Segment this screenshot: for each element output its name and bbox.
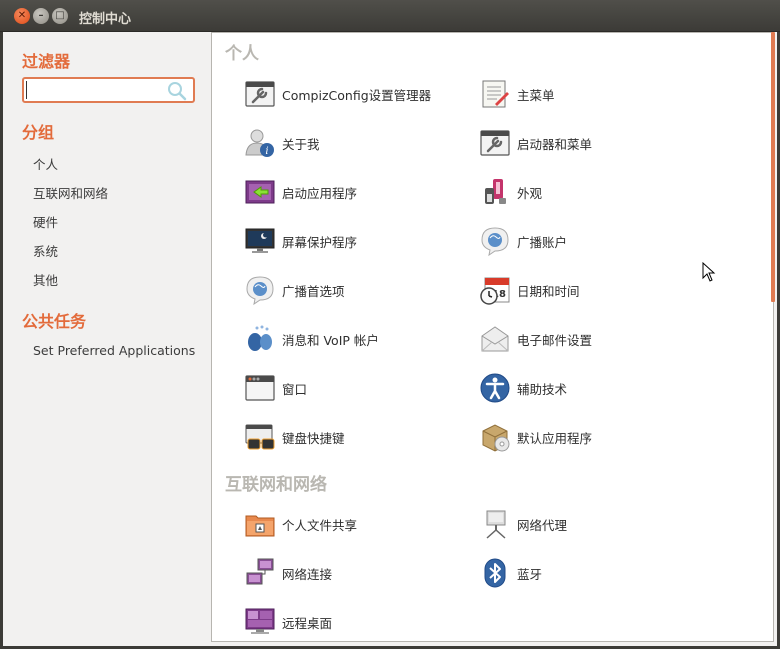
file-sharing-icon	[245, 515, 275, 537]
item-messaging-voip[interactable]: 消息和 VoIP 帐户	[244, 322, 379, 356]
item-personal-file-sharing[interactable]: 个人文件共享	[244, 507, 357, 541]
close-button[interactable]: ✕	[14, 8, 30, 24]
wrench-settings-icon	[245, 81, 275, 107]
item-label: 屏幕保护程序	[282, 234, 358, 250]
item-label: 关于我	[282, 136, 320, 152]
item-main-menu[interactable]: 主菜单	[479, 77, 555, 111]
tasks-heading: 公共任务	[22, 312, 87, 331]
accessibility-icon	[480, 373, 510, 403]
item-label: 广播首选项	[282, 283, 345, 299]
remote-desktop-icon	[245, 608, 275, 634]
item-remote-desktop[interactable]: 远程桌面	[244, 605, 332, 639]
screensaver-icon	[245, 228, 275, 253]
item-label: CompizConfig设置管理器	[282, 87, 432, 103]
item-label: 窗口	[282, 381, 308, 397]
item-network-connections[interactable]: 网络连接	[244, 556, 332, 590]
control-center-window: 过滤器 分组 个人 互联网和网络 硬件 系统 其他 公共任务 Set Prefe…	[3, 32, 777, 646]
group-system[interactable]: 系统	[33, 241, 58, 260]
item-label: 外观	[517, 185, 543, 201]
task-set-preferred-applications[interactable]: Set Preferred Applications	[33, 343, 195, 358]
broadcast-preferences-icon	[246, 276, 274, 306]
item-about-me[interactable]: i 关于我	[244, 126, 320, 160]
network-connections-icon	[246, 558, 274, 585]
startup-apps-icon	[245, 180, 275, 204]
email-icon	[481, 326, 509, 352]
keyboard-shortcuts-icon	[245, 424, 275, 450]
item-launcher-menu[interactable]: 启动器和菜单	[479, 126, 592, 160]
search-box[interactable]	[22, 77, 195, 103]
groups-heading: 分组	[22, 123, 55, 142]
bluetooth-icon	[484, 558, 506, 588]
item-label: 消息和 VoIP 帐户	[282, 332, 379, 348]
item-label: 主菜单	[517, 87, 555, 103]
item-label: 辅助技术	[517, 381, 568, 397]
title-bar: ✕ – □ 控制中心	[0, 0, 780, 32]
item-label: 启动器和菜单	[517, 136, 593, 152]
sidebar: 过滤器 分组 个人 互联网和网络 硬件 系统 其他 公共任务 Set Prefe…	[3, 32, 211, 646]
network-proxy-icon	[486, 510, 506, 539]
search-icon[interactable]	[166, 81, 188, 101]
item-label: 日期和时间	[517, 283, 580, 299]
item-screensaver[interactable]: 屏幕保护程序	[244, 224, 357, 258]
item-accessibility[interactable]: 辅助技术	[479, 371, 567, 405]
svg-text:i: i	[265, 146, 268, 157]
item-label: 键盘快捷键	[282, 430, 345, 446]
item-label: 个人文件共享	[282, 517, 358, 533]
category-heading-personal: 个人	[225, 44, 259, 64]
calendar-clock-icon: 18	[480, 277, 510, 305]
item-date-time[interactable]: 18 日期和时间	[479, 273, 580, 307]
item-label: 默认应用程序	[517, 430, 593, 446]
item-email-settings[interactable]: 电子邮件设置	[479, 322, 592, 356]
filter-heading: 过滤器	[22, 52, 71, 71]
launcher-menu-icon	[480, 130, 510, 156]
about-me-icon: i	[245, 129, 274, 157]
window-icon	[245, 375, 275, 401]
appearance-icon	[485, 179, 506, 204]
category-heading-internet-network: 互联网和网络	[225, 475, 327, 495]
main-menu-icon	[482, 80, 509, 108]
default-apps-icon	[482, 424, 510, 452]
item-keyboard-shortcuts[interactable]: 键盘快捷键	[244, 420, 345, 454]
maximize-button[interactable]: □	[52, 8, 68, 24]
messaging-icon	[248, 325, 272, 351]
item-label: 蓝牙	[517, 566, 543, 582]
item-bluetooth[interactable]: 蓝牙	[479, 556, 542, 590]
item-label: 启动应用程序	[282, 185, 358, 201]
minimize-button[interactable]: –	[33, 8, 49, 24]
content-panel: 个人 CompizConfig设置管理器 主菜单 i 关于我 启动器和菜单 启动…	[211, 32, 774, 642]
group-other[interactable]: 其他	[33, 270, 58, 289]
item-label: 电子邮件设置	[517, 332, 593, 348]
item-default-apps[interactable]: 默认应用程序	[479, 420, 592, 454]
item-broadcast-preferences[interactable]: 广播首选项	[244, 273, 345, 307]
item-label: 网络代理	[517, 517, 568, 533]
broadcast-accounts-icon	[481, 227, 509, 257]
search-input[interactable]	[26, 81, 162, 99]
item-broadcast-accounts[interactable]: 广播账户	[479, 224, 567, 258]
item-label: 远程桌面	[282, 615, 333, 631]
scrollbar[interactable]	[771, 32, 775, 302]
item-appearance[interactable]: 外观	[479, 175, 542, 209]
group-internet-network[interactable]: 互联网和网络	[33, 183, 108, 202]
item-compizconfig[interactable]: CompizConfig设置管理器	[244, 77, 431, 111]
group-personal[interactable]: 个人	[33, 154, 58, 173]
item-startup-apps[interactable]: 启动应用程序	[244, 175, 357, 209]
item-window[interactable]: 窗口	[244, 371, 307, 405]
item-label: 网络连接	[282, 566, 333, 582]
window-title: 控制中心	[79, 12, 132, 27]
group-hardware[interactable]: 硬件	[33, 212, 58, 231]
mouse-cursor-icon	[702, 262, 716, 282]
item-label: 广播账户	[517, 234, 568, 250]
item-network-proxy[interactable]: 网络代理	[479, 507, 567, 541]
